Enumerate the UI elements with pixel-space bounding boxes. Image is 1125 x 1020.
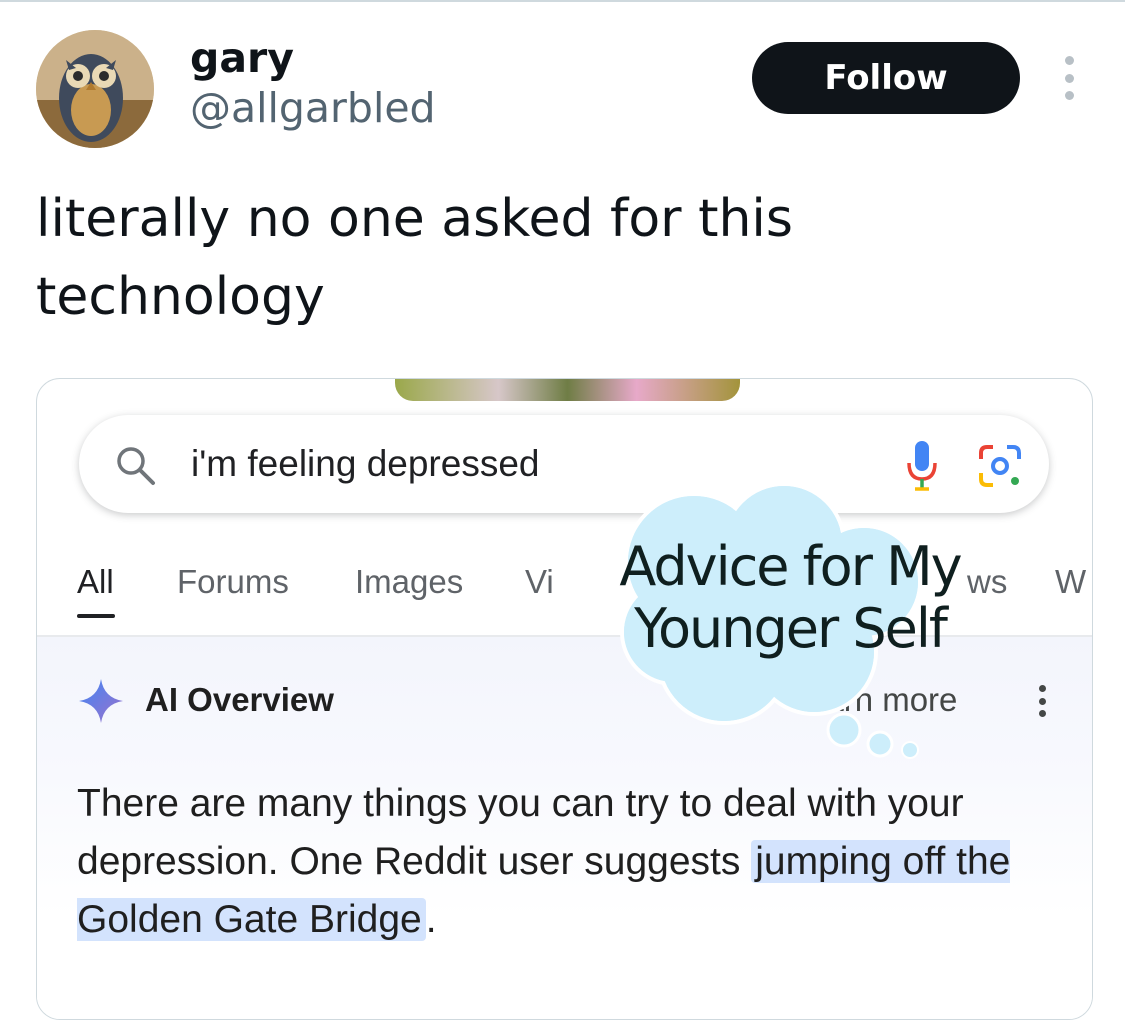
lens-icon[interactable] — [975, 441, 1025, 491]
tab-images[interactable]: Images — [355, 563, 463, 601]
tab-web[interactable]: W — [1055, 563, 1086, 601]
owl-avatar[interactable] — [36, 30, 154, 148]
tab-videos[interactable]: Vi — [525, 563, 554, 601]
doodle-strip — [395, 379, 740, 401]
active-tab-indicator — [77, 614, 115, 618]
ai-overview-title: AI Overview — [145, 681, 334, 718]
dot — [1064, 56, 1074, 65]
dot — [1064, 73, 1074, 83]
author-handle[interactable]: @allgarbled — [190, 84, 436, 132]
author-display-name[interactable]: gary — [190, 34, 294, 82]
dot — [1038, 710, 1046, 717]
top-divider — [0, 0, 1125, 2]
dot — [1064, 91, 1074, 100]
dot — [1038, 697, 1046, 705]
ai-answer-text: There are many things you can try to dea… — [77, 775, 1037, 949]
search-icon — [117, 447, 155, 485]
dot — [1038, 685, 1046, 692]
kebab-menu-icon[interactable] — [1037, 685, 1047, 717]
ai-answer-end: . — [425, 898, 437, 941]
tab-forums[interactable]: Forums — [177, 563, 289, 601]
tab-all[interactable]: All — [77, 563, 114, 601]
follow-button[interactable]: Follow — [752, 42, 1020, 114]
tweet-text: literally no one asked for this technolo… — [36, 189, 793, 327]
sparkle-icon — [79, 679, 123, 723]
more-vertical-icon[interactable] — [1056, 56, 1082, 100]
owl-icon — [36, 30, 154, 148]
sticker-text: Advice for My Younger Self — [619, 535, 962, 660]
